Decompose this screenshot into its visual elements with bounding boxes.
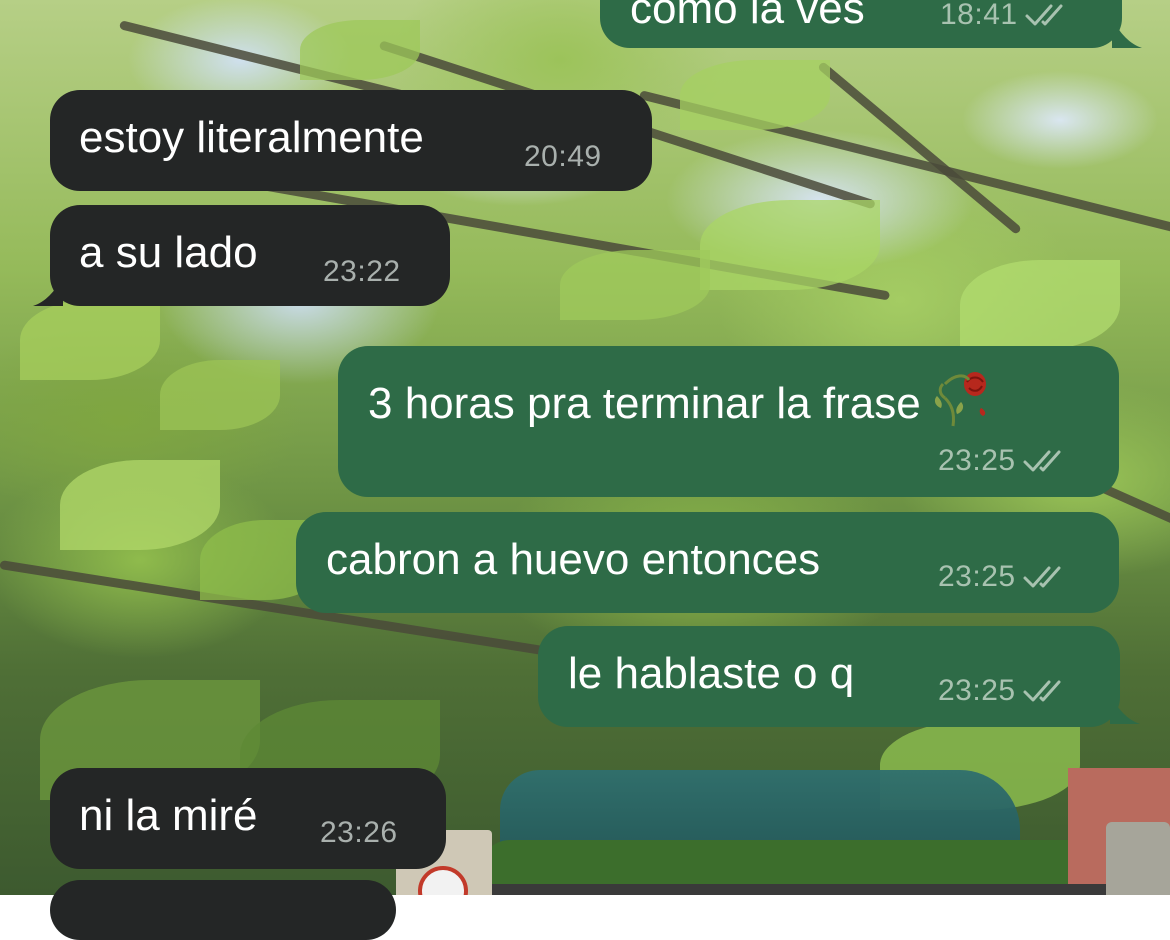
message-meta: 23:25 xyxy=(938,444,1070,478)
message-time: 23:25 xyxy=(938,674,1016,707)
message-bubble-incoming[interactable]: ni la miré 23:26 xyxy=(50,768,446,869)
double-check-icon xyxy=(1023,566,1061,588)
message-meta: 23:25 xyxy=(938,674,1070,708)
double-check-icon xyxy=(1023,680,1061,702)
message-bubble-outgoing[interactable]: 3 horas pra terminar la frase 23:25 xyxy=(338,346,1119,497)
bubble-tail xyxy=(1112,18,1142,48)
wilted-rose-emoji xyxy=(934,372,986,427)
message-time: 23:25 xyxy=(938,560,1016,593)
message-meta: 23:22 xyxy=(323,255,401,289)
message-text: ni la miré xyxy=(79,791,258,840)
message-text: 3 horas pra terminar la frase xyxy=(368,368,993,430)
message-text: le hablaste o q xyxy=(568,649,855,698)
message-time: 23:25 xyxy=(938,444,1016,477)
message-bubble-outgoing[interactable]: le hablaste o q 23:25 xyxy=(538,626,1120,727)
message-bubble-outgoing[interactable]: cabron a huevo entonces 23:25 xyxy=(296,512,1119,613)
message-bubble-incoming-partial[interactable] xyxy=(50,880,396,940)
message-meta: 23:26 xyxy=(320,816,398,850)
message-time: 18:41 xyxy=(940,0,1018,31)
bubble-tail xyxy=(1110,694,1140,724)
message-meta: 20:49 xyxy=(524,140,602,174)
message-time: 20:49 xyxy=(524,140,602,173)
message-time: 23:22 xyxy=(323,255,401,288)
message-text-content: 3 horas pra terminar la frase xyxy=(368,379,921,428)
message-text: cabron a huevo entonces xyxy=(326,535,821,584)
message-time: 23:26 xyxy=(320,816,398,849)
double-check-icon xyxy=(1023,450,1061,472)
message-meta: 18:41 xyxy=(940,0,1072,32)
message-bubble-incoming[interactable]: estoy literalmente 20:49 xyxy=(50,90,652,191)
message-text: como la ves xyxy=(630,0,865,33)
message-bubble-incoming[interactable]: a su lado 23:22 xyxy=(50,205,450,306)
double-check-icon xyxy=(1025,4,1063,26)
message-meta: 23:25 xyxy=(938,560,1070,594)
message-bubble-outgoing[interactable]: como la ves 18:41 xyxy=(600,0,1142,48)
bubble-tail xyxy=(33,276,63,306)
message-text: a su lado xyxy=(79,228,258,277)
message-text: estoy literalmente xyxy=(79,113,424,162)
